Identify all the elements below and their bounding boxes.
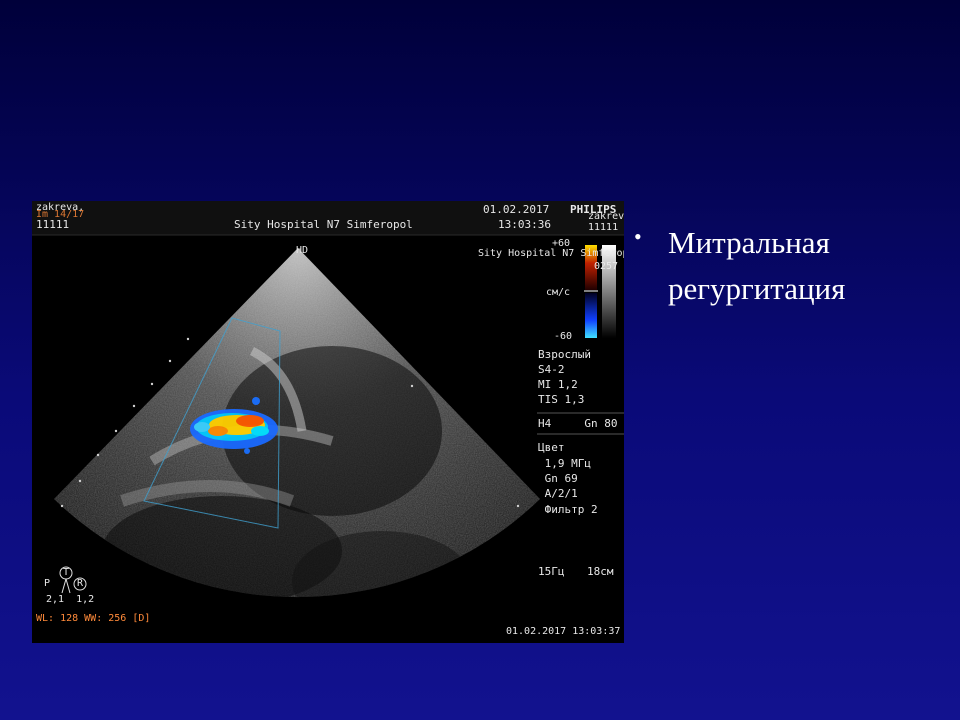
velocity-scale-unit: см/с [546, 287, 571, 298]
slide-bullet-text: Митральная регургитация [668, 225, 846, 306]
bullet-icon: • [634, 224, 642, 249]
overlay-right-code: 0257 [594, 261, 619, 272]
overlay-right-id: 11111 [588, 222, 619, 233]
scan-depth: 18см [587, 565, 614, 578]
patient-id: 11111 [36, 218, 70, 231]
ultrasound-image: zakreva, Im 14/17 11111 Sity Hospital N7… [32, 201, 624, 643]
velocity-scale-top: +60 [552, 238, 571, 249]
presentation-slide: zakreva, Im 14/17 11111 Sity Hospital N7… [0, 0, 960, 720]
overlay-right-hospital: Sity Hospital N7 Simferopol [478, 248, 624, 259]
exam-time: 13:03:36 [498, 218, 551, 231]
color-param: 1,9 МГц [538, 457, 591, 470]
probe-values: 2,1 1,2 [46, 594, 95, 605]
info-line: TIS 1,3 [538, 393, 585, 406]
probe-orientation-top: T [63, 567, 70, 578]
color-param: Gn 69 [538, 472, 578, 485]
info-line: Взрослый [538, 348, 591, 361]
info-line: MI 1,2 [538, 378, 578, 391]
overlay-right-name: zakreva [588, 211, 624, 222]
bottom-timestamp: 01.02.2017 13:03:37 [506, 626, 621, 637]
exam-date: 01.02.2017 [483, 203, 550, 216]
info-line: S4-2 [538, 363, 565, 376]
hospital-name: Sity Hospital N7 Simferopol [234, 218, 413, 231]
probe-orientation-left: P [44, 578, 51, 589]
ultrasound-scan-graphic [32, 201, 624, 598]
hd-label: HD [296, 245, 309, 256]
probe-orientation-right: R [77, 578, 84, 589]
mode-line: H4 Gn 80 [538, 417, 618, 430]
color-header: Цвет [538, 441, 565, 454]
color-param: A/2/1 [538, 487, 578, 500]
window-level: WL: 128 WW: 256 [D] [36, 613, 151, 624]
color-param: Фильтр 2 [538, 503, 598, 516]
frame-rate: 15Гц [538, 565, 565, 578]
velocity-scale-bottom: -60 [554, 331, 573, 342]
